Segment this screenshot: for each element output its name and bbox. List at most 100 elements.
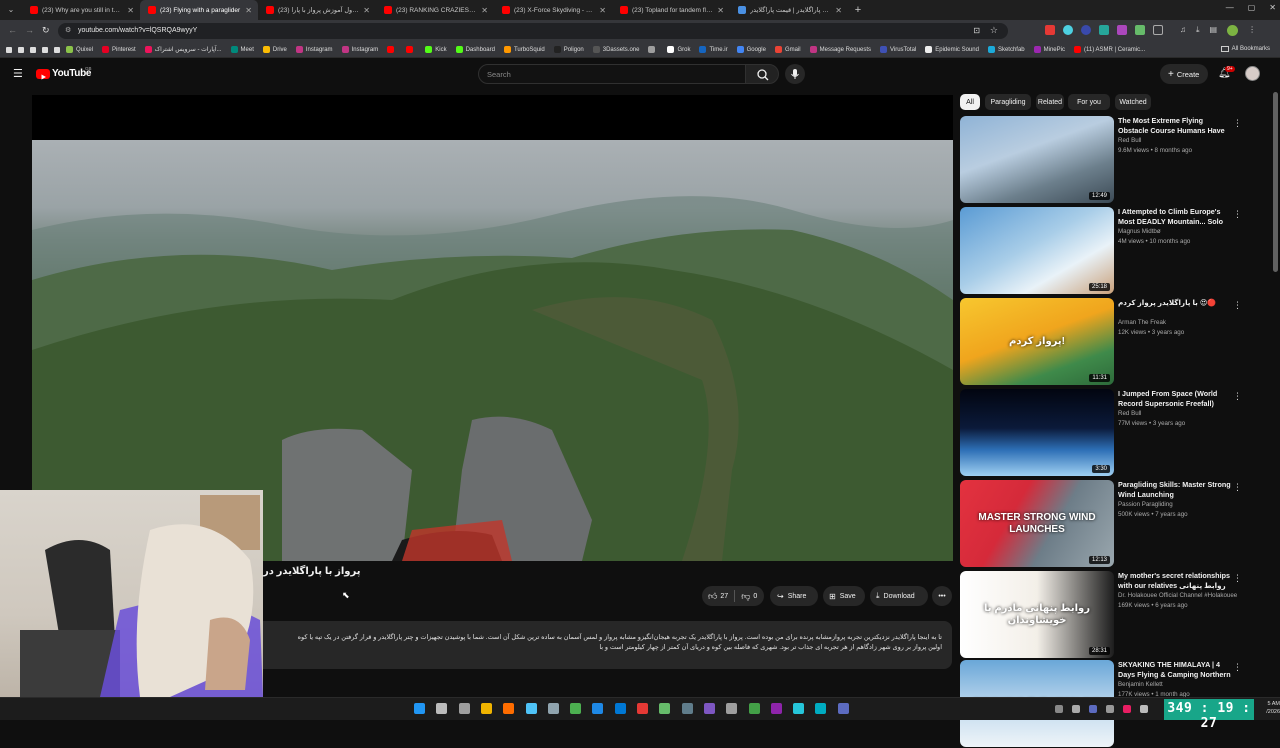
video-card[interactable]: روابط پنهانی مادرم با خویشاوندان 28:31 My …: [960, 571, 1250, 659]
bookmark-item[interactable]: Time.ir: [699, 46, 728, 53]
taskbar-app-icon[interactable]: [837, 703, 849, 714]
bookmark-item[interactable]: 3Dassets.one: [592, 46, 639, 53]
close-window-button[interactable]: ✕: [1269, 3, 1276, 12]
taskbar-app-icon[interactable]: [659, 703, 671, 714]
bookmark-item[interactable]: Epidemic Sound: [925, 46, 979, 53]
video-card-title[interactable]: با پاراگلایدر پرواز کردم 😍🔴: [1118, 298, 1232, 308]
bookmark-item[interactable]: TurboSquid: [503, 46, 545, 53]
system-tray-icon[interactable]: [1072, 705, 1080, 713]
taskbar-app-icon[interactable]: [480, 703, 492, 714]
tab-close-icon[interactable]: ✕: [599, 6, 606, 15]
channel-name[interactable]: Arman The Freak: [1118, 319, 1248, 326]
video-description[interactable]: تا به اینجا پاراگلایدر نزدیکترین تجربه پ…: [263, 621, 952, 669]
site-info-icon[interactable]: ⚙: [65, 26, 71, 34]
video-card[interactable]: 12:49 The Most Extreme Flying Obstacle Co…: [960, 116, 1250, 204]
bookmark-item[interactable]: (11) ASMR | Ceramic...: [1073, 46, 1145, 53]
video-card-title[interactable]: My mother's secret relationships with ou…: [1118, 571, 1232, 591]
extension-icon[interactable]: [1045, 25, 1055, 35]
save-button[interactable]: ⊞ Save: [823, 586, 865, 606]
bookmark-item[interactable]: [648, 46, 658, 53]
taskbar-app-icon[interactable]: [525, 703, 537, 714]
browser-tab[interactable]: (23) جلسه اول آموزش پرواز با پارا✕: [258, 0, 376, 20]
tab-close-icon[interactable]: ✕: [245, 6, 252, 15]
video-card-title[interactable]: I Jumped From Space (World Record Supers…: [1118, 389, 1232, 408]
extension-icon[interactable]: [1117, 25, 1127, 35]
download-icon[interactable]: ⤓: [1196, 25, 1200, 36]
thumbs-up-icon[interactable]: 👍︎: [708, 591, 717, 602]
video-card[interactable]: پرواز کردم! 11:31 با پاراگلایدر پرواز کردم…: [960, 298, 1250, 386]
voice-search-button[interactable]: [785, 64, 805, 84]
install-icon[interactable]: ⊡: [973, 26, 980, 35]
extension-icon[interactable]: [1099, 25, 1109, 35]
filter-chip[interactable]: Related: [1036, 94, 1064, 110]
taskbar-app-icon[interactable]: [458, 703, 470, 714]
video-card-title[interactable]: Paragliding Skills: Master Strong Wind L…: [1118, 480, 1232, 499]
video-card[interactable]: MASTER STRONG WIND LAUNCHES 12:13 Paraglid…: [960, 480, 1250, 568]
sidepanel-icon[interactable]: ▤: [1210, 25, 1218, 36]
bookmark-item[interactable]: Google: [736, 46, 766, 53]
video-card[interactable]: 3:30 I Jumped From Space (World Record Su…: [960, 389, 1250, 477]
page-scrollbar[interactable]: [1273, 92, 1278, 272]
filter-chip[interactable]: Paragliding: [985, 94, 1031, 110]
new-tab-button[interactable]: +: [848, 4, 868, 16]
video-thumbnail[interactable]: روابط پنهانی مادرم با خویشاوندان 28:31: [960, 571, 1114, 658]
system-tray-icon[interactable]: [1106, 705, 1114, 713]
url-field[interactable]: ⚙ youtube.com/watch?v=lQSRQA9wyyY ⊡ ☆: [58, 23, 1008, 39]
browser-tab[interactable]: (23) Topland for tandem fly #p ✕: [612, 0, 730, 20]
bookmark-item[interactable]: VirusTotal: [880, 46, 916, 53]
tab-close-icon[interactable]: ✕: [835, 6, 842, 15]
bookmark-item[interactable]: [406, 46, 416, 53]
thumbs-down-icon[interactable]: 👎︎: [741, 591, 750, 602]
browser-tab[interactable]: (23) Why are you still in touch w ✕: [22, 0, 140, 20]
system-tray-icon[interactable]: [1123, 705, 1131, 713]
video-card-title[interactable]: I Attempted to Climb Europe's Most DEADL…: [1118, 207, 1232, 226]
taskbar-app-icon[interactable]: [815, 703, 827, 714]
filter-chip[interactable]: For you: [1068, 94, 1110, 110]
bookmark-item[interactable]: Meet: [230, 46, 254, 53]
tab-search-icon[interactable]: ⌄: [0, 0, 22, 20]
taskbar-app-icon[interactable]: [637, 703, 648, 714]
video-card-title[interactable]: The Most Extreme Flying Obstacle Course …: [1118, 116, 1232, 136]
bookmark-item[interactable]: Instagram: [295, 46, 333, 53]
share-button[interactable]: ↪ Share: [770, 586, 818, 606]
bookmark-item[interactable]: Drive: [262, 46, 287, 53]
more-options-icon[interactable]: ⋮: [1233, 391, 1242, 402]
bookmark-shortcut-icon[interactable]: [6, 46, 12, 53]
bookmark-star-icon[interactable]: ☆: [990, 25, 998, 36]
taskbar-app-icon[interactable]: [436, 703, 448, 714]
filter-chip[interactable]: Watched: [1115, 94, 1151, 110]
bookmark-item[interactable]: Quixel: [66, 46, 93, 53]
download-button[interactable]: ⤓ Download: [870, 586, 928, 606]
channel-name[interactable]: Passion Paragliding: [1118, 501, 1248, 508]
browser-tab[interactable]: (23) RANKING CRAZIEST PARA ✕: [376, 0, 494, 20]
video-thumbnail[interactable]: 25:18: [960, 207, 1114, 294]
taskbar-app-icon[interactable]: [592, 703, 604, 714]
bookmark-item[interactable]: Instagram: [341, 46, 378, 53]
taskbar-app-icon[interactable]: [793, 703, 805, 714]
system-clock[interactable]: 5 AM /2026: [1254, 700, 1280, 716]
maximize-button[interactable]: ▢: [1248, 3, 1256, 12]
video-thumbnail[interactable]: 3:30: [960, 389, 1114, 476]
windows-start-icon[interactable]: [414, 703, 425, 714]
more-actions-button[interactable]: •••: [932, 586, 952, 606]
taskbar-app-icon[interactable]: [503, 703, 515, 714]
system-tray-icon[interactable]: [1140, 705, 1148, 713]
extension-icon[interactable]: [1063, 25, 1073, 35]
reload-icon[interactable]: ↻: [42, 25, 50, 36]
bookmark-item[interactable]: Dashboard: [455, 46, 495, 53]
channel-name[interactable]: Red Bull: [1118, 137, 1248, 144]
search-input[interactable]: Search: [478, 64, 746, 84]
browser-tab[interactable]: خرید پاراگلایدر | قیمت پاراگلایدر ✕: [730, 0, 848, 20]
bookmark-item[interactable]: MinePic: [1033, 46, 1065, 53]
channel-name[interactable]: Benjamin Kellett: [1118, 681, 1248, 688]
back-icon[interactable]: ←: [8, 25, 17, 35]
extensions-puzzle-icon[interactable]: [1153, 25, 1163, 35]
hamburger-menu-icon[interactable]: ☰: [13, 67, 23, 80]
taskbar-app-icon[interactable]: [570, 703, 582, 714]
account-avatar[interactable]: [1245, 66, 1260, 81]
tab-close-icon[interactable]: ✕: [481, 6, 488, 15]
video-thumbnail[interactable]: MASTER STRONG WIND LAUNCHES 12:13: [960, 480, 1114, 567]
taskbar-app-icon[interactable]: [703, 703, 715, 714]
extension-icon[interactable]: [1081, 25, 1091, 35]
create-button[interactable]: + Create: [1160, 64, 1208, 84]
